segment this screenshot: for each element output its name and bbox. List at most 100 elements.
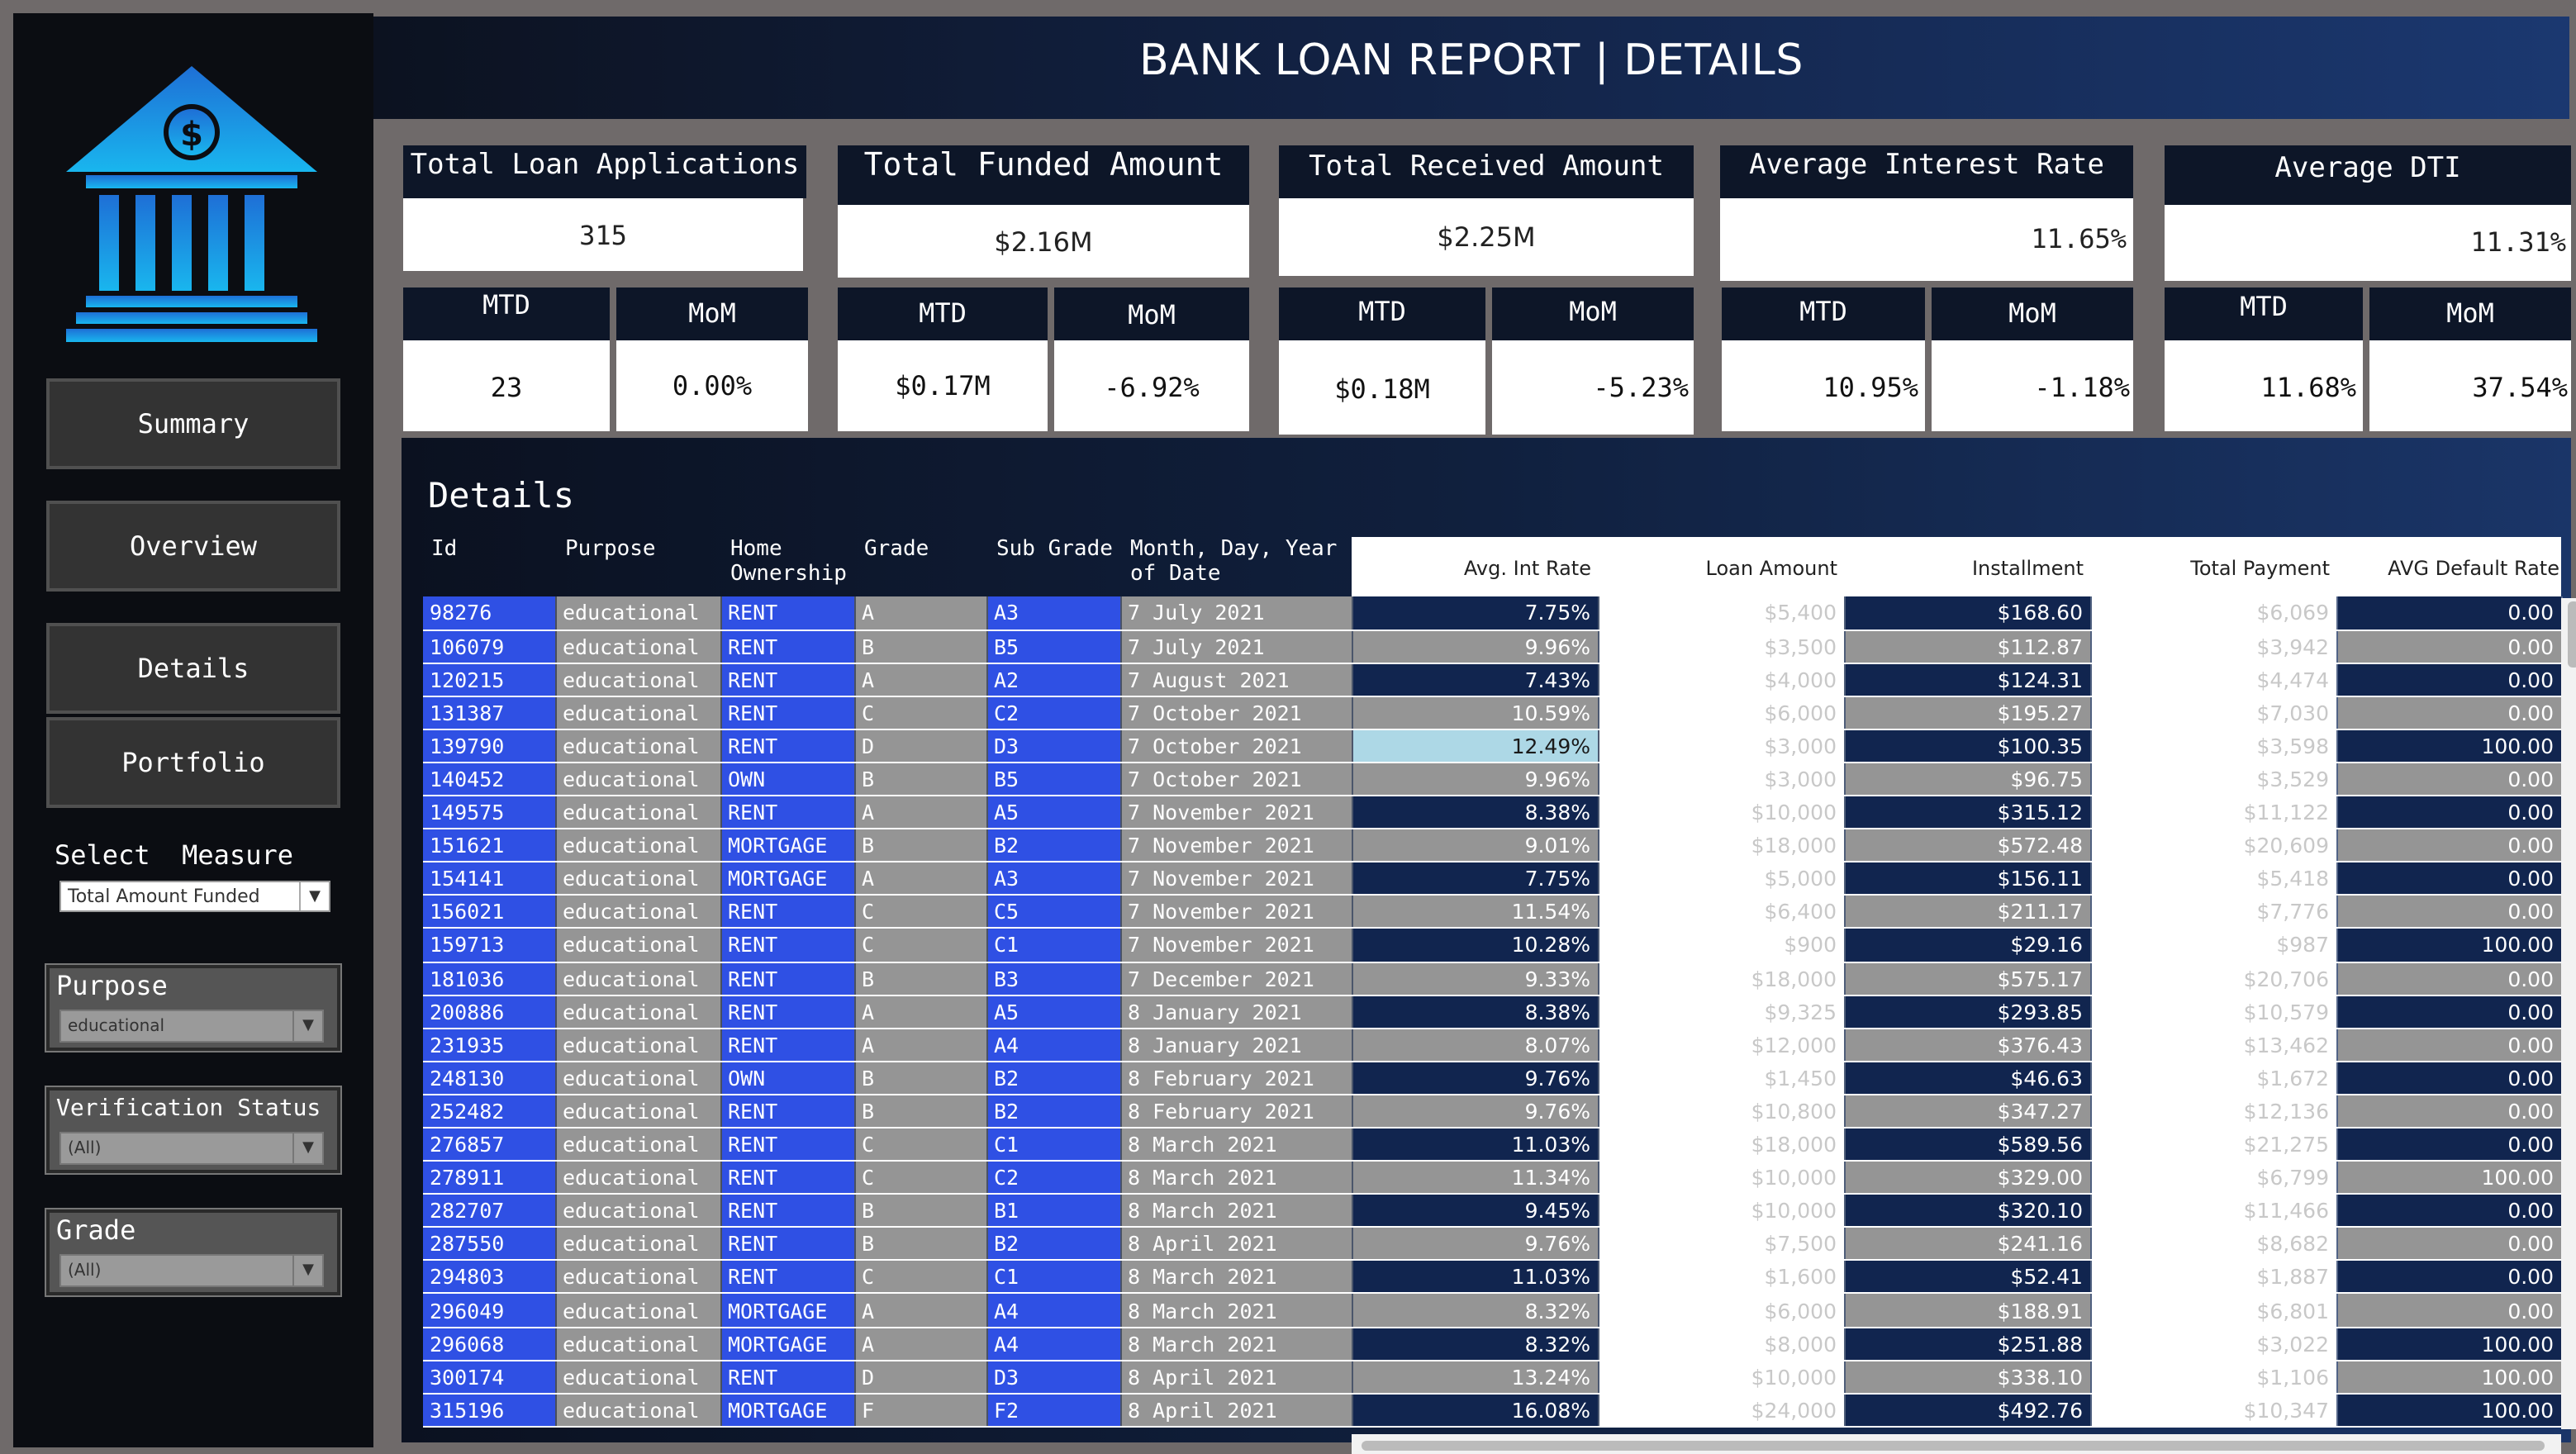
cell-grade: A xyxy=(854,862,987,896)
cell-grade: B xyxy=(854,1094,987,1129)
cell-grade: C xyxy=(854,1128,987,1162)
vertical-scrollbar[interactable] xyxy=(2561,598,2576,1429)
cell-total-payment: $5,418 xyxy=(2090,862,2337,896)
cell-sub-grade: C2 xyxy=(986,696,1121,730)
cell-grade: A xyxy=(854,1327,987,1361)
cell-purpose: educational xyxy=(555,928,721,963)
cell-date: 7 July 2021 xyxy=(1120,596,1352,631)
cell-default-rate: 0.00 xyxy=(2336,696,2562,730)
cell-default-rate: 0.00 xyxy=(2336,1227,2562,1262)
measure-dropdown[interactable]: Total Amount Funded ▼ xyxy=(59,881,330,912)
table-row[interactable]: 151621 educational MORTGAGE B B2 7 November 2… xyxy=(423,829,2562,863)
kpi-title: Average Interest Rate xyxy=(1720,145,2133,198)
kpi-mtd-value: 11.68% xyxy=(2165,340,2363,431)
cell-grade: F xyxy=(854,1393,987,1428)
cell-date: 7 November 2021 xyxy=(1120,796,1352,830)
table-row[interactable]: 98276 educational RENT A A3 7 July 2021 7.75% $… xyxy=(423,596,2562,631)
table-row[interactable]: 300174 educational RENT D D3 8 April 2021 13.2… xyxy=(423,1360,2562,1395)
table-row[interactable]: 296068 educational MORTGAGE A A4 8 March 2021… xyxy=(423,1327,2562,1361)
grade-dropdown[interactable]: (All) ▼ xyxy=(59,1254,324,1287)
cell-grade: A xyxy=(854,1293,987,1328)
cell-id: 159713 xyxy=(423,928,556,963)
cell-total-payment: $4,474 xyxy=(2090,663,2337,697)
cell-installment: $329.00 xyxy=(1844,1161,2091,1195)
cell-int-rate: 7.75% xyxy=(1352,596,1599,631)
nav-overview-label: Overview xyxy=(129,530,258,562)
cell-grade: C xyxy=(854,1260,987,1295)
table-row[interactable]: 276857 educational RENT C C1 8 March 2021 11.0… xyxy=(423,1128,2562,1162)
table-row[interactable]: 287550 educational RENT B B2 8 April 2021 9.76… xyxy=(423,1227,2562,1262)
table-row[interactable]: 149575 educational RENT A A5 7 November 2021 8… xyxy=(423,796,2562,830)
cell-default-rate: 100.00 xyxy=(2336,1393,2562,1428)
table-row[interactable]: 154141 educational MORTGAGE A A3 7 November 2… xyxy=(423,862,2562,896)
vertical-scrollbar-thumb[interactable] xyxy=(2568,601,2576,668)
table-row[interactable]: 106079 educational RENT B B5 7 July 2021 9.96%… xyxy=(423,630,2562,664)
table-row[interactable]: 248130 educational OWN B B2 8 February 2021 9.… xyxy=(423,1061,2562,1095)
cell-id: 300174 xyxy=(423,1360,556,1395)
svg-text:$: $ xyxy=(180,116,203,154)
verification-dropdown[interactable]: (All) ▼ xyxy=(59,1132,324,1165)
cell-home-ownership: RENT xyxy=(720,729,855,763)
table-row[interactable]: 139790 educational RENT D D3 7 October 2021 12… xyxy=(423,729,2562,763)
cell-total-payment: $20,609 xyxy=(2090,829,2337,863)
kpi-mom-label: MoM xyxy=(1492,287,1694,340)
cell-id: 315196 xyxy=(423,1393,556,1428)
table-row[interactable]: 278911 educational RENT C C2 8 March 2021 11.3… xyxy=(423,1161,2562,1195)
cell-purpose: educational xyxy=(555,1194,721,1228)
cell-total-payment: $11,122 xyxy=(2090,796,2337,830)
nav-portfolio-button[interactable]: Portfolio xyxy=(46,717,340,808)
cell-installment: $188.91 xyxy=(1844,1293,2091,1328)
cell-int-rate: 9.45% xyxy=(1352,1194,1599,1228)
kpi-mtd-value: 23 xyxy=(403,340,610,431)
cell-loan-amount: $6,400 xyxy=(1598,895,1845,929)
nav-overview-button[interactable]: Overview xyxy=(46,501,340,592)
cell-loan-amount: $18,000 xyxy=(1598,1128,1845,1162)
cell-grade: B xyxy=(854,829,987,863)
purpose-dropdown[interactable]: educational ▼ xyxy=(59,1010,324,1043)
table-row[interactable]: 140452 educational OWN B B5 7 October 2021 9.9… xyxy=(423,762,2562,797)
cell-grade: B xyxy=(854,630,987,664)
cell-total-payment: $10,347 xyxy=(2090,1393,2337,1428)
cell-default-rate: 100.00 xyxy=(2336,1327,2562,1361)
cell-sub-grade: C2 xyxy=(986,1161,1121,1195)
kpi-mtd-label: MTD xyxy=(1722,287,1925,340)
chevron-down-icon: ▼ xyxy=(299,882,329,910)
cell-sub-grade: C1 xyxy=(986,1128,1121,1162)
cell-loan-amount: $3,500 xyxy=(1598,630,1845,664)
cell-home-ownership: RENT xyxy=(720,995,855,1029)
cell-sub-grade: A4 xyxy=(986,1293,1121,1328)
nav-details-label: Details xyxy=(137,653,250,684)
cell-date: 7 August 2021 xyxy=(1120,663,1352,697)
table-row[interactable]: 231935 educational RENT A A4 8 January 2021 8.… xyxy=(423,1028,2562,1062)
cell-date: 7 November 2021 xyxy=(1120,895,1352,929)
cell-id: 278911 xyxy=(423,1161,556,1195)
table-row[interactable]: 156021 educational RENT C C5 7 November 2021 1… xyxy=(423,895,2562,929)
horizontal-scrollbar-thumb[interactable] xyxy=(1362,1441,2545,1451)
cell-loan-amount: $10,000 xyxy=(1598,1161,1845,1195)
table-row[interactable]: 120215 educational RENT A A2 7 August 2021 7.4… xyxy=(423,663,2562,697)
purpose-filter: Purpose educational ▼ xyxy=(45,963,342,1052)
cell-sub-grade: C1 xyxy=(986,928,1121,963)
kpi-mtd-label: MTD xyxy=(1279,287,1485,340)
nav-details-button[interactable]: Details xyxy=(46,623,340,714)
nav-summary-button[interactable]: Summary xyxy=(46,378,340,469)
table-row[interactable]: 131387 educational RENT C C2 7 October 2021 10… xyxy=(423,696,2562,730)
verification-filter: Verification Status (All) ▼ xyxy=(45,1086,342,1175)
table-row[interactable]: 296049 educational MORTGAGE A A4 8 March 2021… xyxy=(423,1293,2562,1328)
cell-date: 7 October 2021 xyxy=(1120,696,1352,730)
cell-grade: B xyxy=(854,1061,987,1095)
cell-total-payment: $7,030 xyxy=(2090,696,2337,730)
cell-date: 7 November 2021 xyxy=(1120,928,1352,963)
table-row[interactable]: 252482 educational RENT B B2 8 February 2021 9… xyxy=(423,1094,2562,1129)
cell-grade: A xyxy=(854,596,987,631)
cell-installment: $168.60 xyxy=(1844,596,2091,631)
details-title: Details xyxy=(428,476,575,516)
table-row[interactable]: 282707 educational RENT B B1 8 March 2021 9.45… xyxy=(423,1194,2562,1228)
table-row[interactable]: 159713 educational RENT C C1 7 November 2021 1… xyxy=(423,928,2562,963)
table-row[interactable]: 200886 educational RENT A A5 8 January 2021 8.… xyxy=(423,995,2562,1029)
table-row[interactable]: 315196 educational MORTGAGE F F2 8 April 2021… xyxy=(423,1393,2562,1428)
table-row[interactable]: 181036 educational RENT B B3 7 December 2021 9… xyxy=(423,962,2562,996)
kpi-mom-label: MoM xyxy=(1054,287,1249,340)
cell-total-payment: $6,801 xyxy=(2090,1293,2337,1328)
table-row[interactable]: 294803 educational RENT C C1 8 March 2021 11.0… xyxy=(423,1260,2562,1295)
